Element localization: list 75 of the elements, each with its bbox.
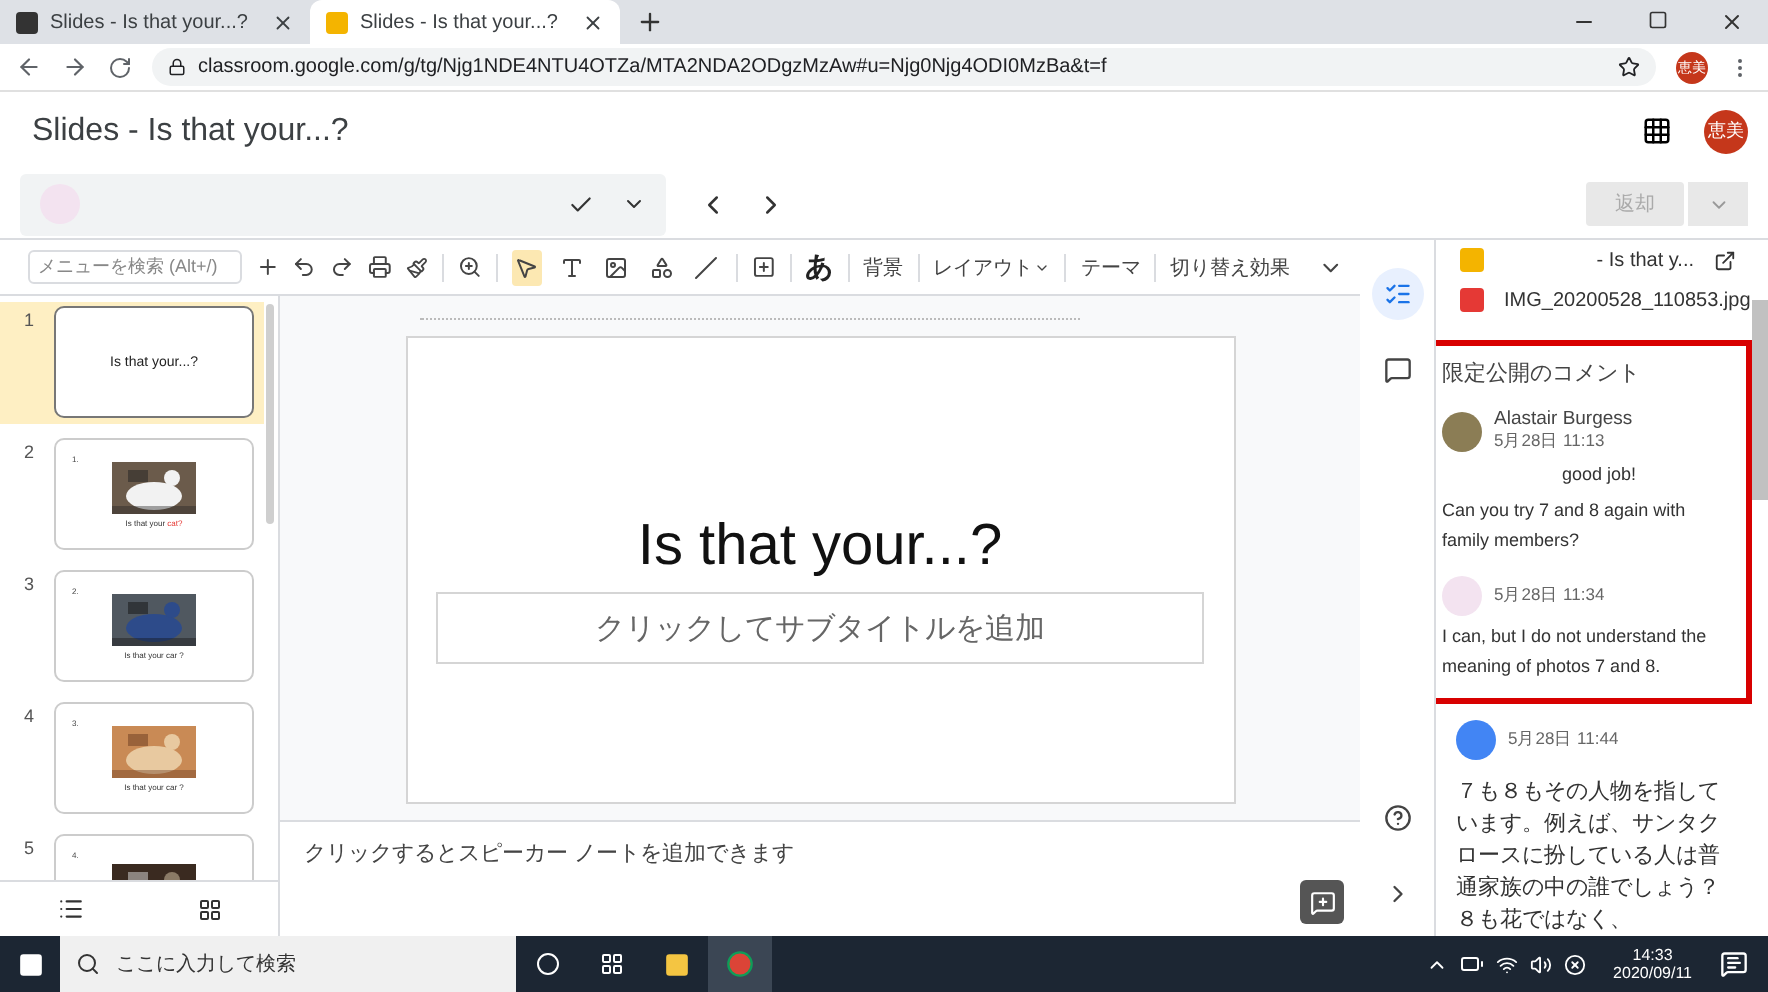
subtitle-placeholder[interactable]: クリックしてサブタイトルを追加: [436, 592, 1204, 664]
check-icon: [568, 191, 594, 217]
file-icon: [1460, 288, 1484, 312]
browser-tab[interactable]: Slides - Is that your...?: [310, 0, 620, 44]
line-icon: [694, 255, 719, 279]
pointer-icon: [514, 255, 539, 279]
slide-number: 2: [24, 440, 37, 462]
comment-add-icon[interactable]: [751, 254, 776, 280]
user-avatar: [1456, 720, 1496, 760]
search-icon: [76, 952, 100, 976]
pointer-tool[interactable]: [511, 249, 542, 285]
toolbar-menu[interactable]: レイアウト: [932, 253, 1051, 281]
redo-icon[interactable]: [330, 254, 355, 280]
status-icon: [1563, 953, 1586, 975]
paint-format-icon[interactable]: [405, 255, 428, 279]
comment-text: good job!: [1560, 462, 1639, 488]
slide-title: Is that your...?: [637, 514, 1003, 580]
address-bar[interactable]: classroom.google.com/g/tg/Njg1NDE4NTU4OTZa/MTA2NDA2ODgzMzAw#u=Njg0Njg4ODI0MzBa&t=f: [152, 48, 1656, 86]
favicon-icon: [16, 11, 38, 33]
toolbar-menu[interactable]: 背景: [863, 253, 903, 281]
comment-author: Alastair Burgess: [1494, 408, 1633, 430]
comment-time: 5月28日 11:13: [1494, 430, 1607, 454]
close-icon[interactable]: [1720, 10, 1744, 34]
textbox-icon: [559, 255, 584, 279]
comment-text: ７も８もその人物を指しています。例えば、サンタクロースに扮している人は普通家族の中の誰でしょう？８も花ではなく、: [1456, 778, 1722, 936]
account-avatar[interactable]: 恵美: [1704, 109, 1748, 153]
taskbar-search-field[interactable]: ここに入力して検索: [60, 936, 516, 992]
input-method-button[interactable]: あ: [805, 249, 834, 285]
close-icon[interactable]: [272, 11, 294, 33]
comment-time: 5月28日 11:44: [1508, 728, 1619, 752]
menu-search-field[interactable]: メニューを検索 (Alt+/): [28, 250, 242, 284]
apps-grid-icon[interactable]: [1642, 116, 1672, 146]
slide-number: 1: [24, 308, 37, 330]
attachment-item[interactable]: IMG_20200528_110853.jpg: [1436, 280, 1752, 320]
user-avatar: [1442, 411, 1482, 451]
volume-icon: [1529, 953, 1552, 975]
forward-icon[interactable]: [62, 54, 88, 80]
attachment-item[interactable]: - Is that y...: [1436, 240, 1752, 280]
clock: 14:33 2020/09/11: [1613, 946, 1692, 982]
comment-time: 5月28日 11:34: [1494, 584, 1605, 608]
list-view-icon[interactable]: [57, 896, 83, 922]
restore-icon[interactable]: [1648, 10, 1668, 30]
grid-view-icon[interactable]: [197, 897, 221, 921]
image-icon: [604, 255, 629, 279]
lock-icon: [168, 58, 186, 76]
star-icon[interactable]: [1618, 56, 1640, 78]
document-title: Slides - Is that your...?: [32, 113, 351, 149]
section-heading: 限定公開のコメント: [1442, 359, 1642, 388]
zoom-icon[interactable]: [457, 254, 482, 280]
open-icon[interactable]: [1714, 249, 1736, 271]
slide-number: 4: [24, 704, 37, 726]
browser-tab[interactable]: Slides - Is that your...?: [0, 0, 310, 44]
back-icon[interactable]: [16, 54, 42, 80]
close-icon[interactable]: [582, 11, 604, 33]
undo-icon[interactable]: [292, 254, 317, 280]
comment-plus-icon: [1309, 889, 1335, 915]
comment-text: I can, but I do not understand the meaning of photos 7 and 8.: [1442, 624, 1709, 680]
user-avatar: [1442, 576, 1482, 616]
reload-icon[interactable]: [108, 55, 132, 79]
new-slide-icon[interactable]: [255, 254, 279, 280]
add-comment-button[interactable]: [1300, 880, 1344, 924]
new-tab-icon[interactable]: [636, 8, 664, 36]
wifi-icon: [1495, 953, 1518, 975]
shapes-icon: [649, 255, 674, 279]
favicon-icon: [326, 11, 348, 33]
toolbar-menu[interactable]: 切り替え効果: [1170, 253, 1291, 281]
slide-number: 5: [24, 836, 37, 858]
print-icon[interactable]: [368, 254, 392, 280]
toolbar-menu[interactable]: テーマ: [1080, 253, 1141, 281]
notification-icon[interactable]: [1720, 950, 1748, 978]
slide-number: 3: [24, 572, 37, 594]
comment-text: Can you try 7 and 8 again with family members?: [1442, 498, 1688, 554]
file-icon: [1460, 248, 1484, 272]
battery-icon: [1459, 952, 1484, 976]
list-icon[interactable]: [1371, 268, 1423, 320]
